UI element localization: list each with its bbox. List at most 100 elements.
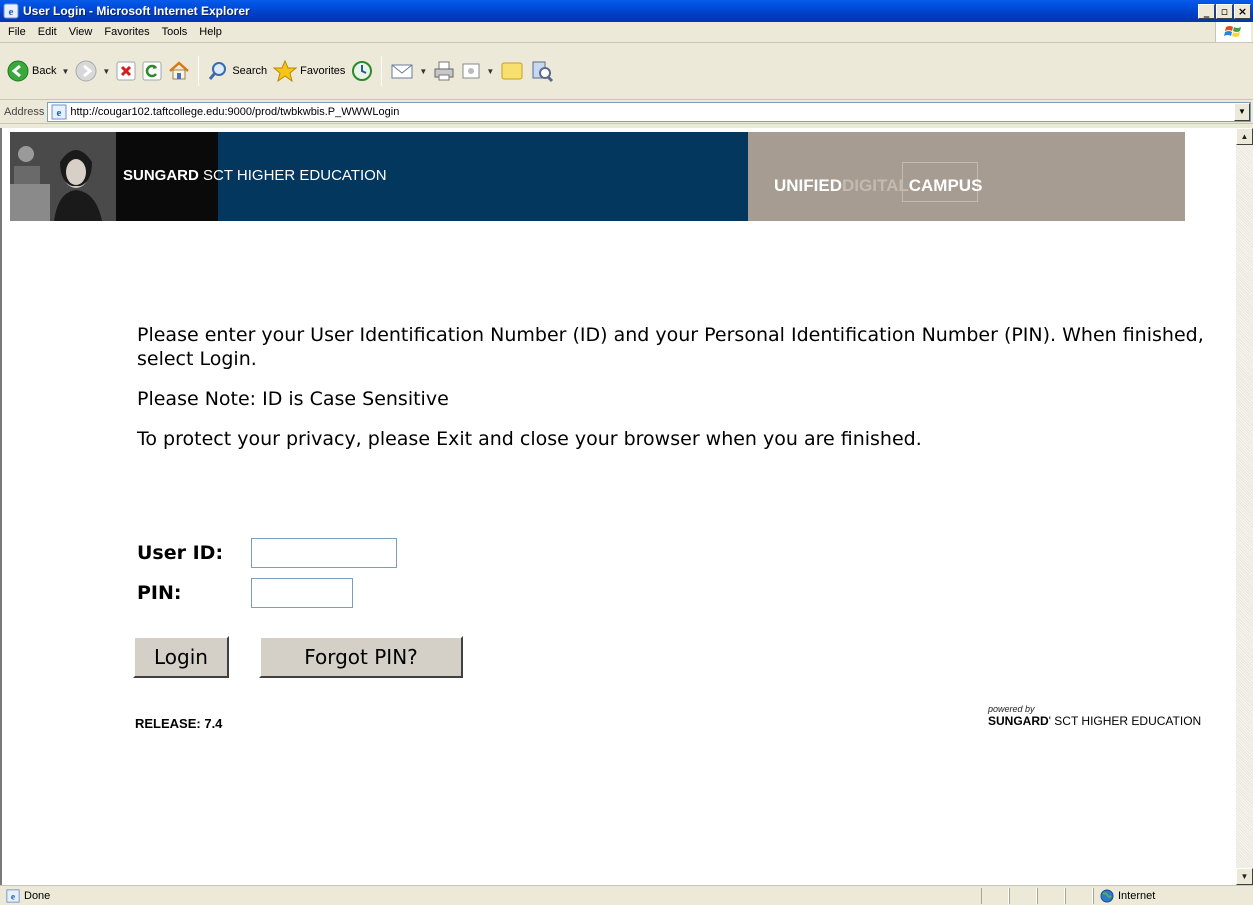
edit-page-icon	[462, 63, 480, 79]
userid-input[interactable]	[251, 538, 397, 568]
refresh-icon	[142, 61, 162, 81]
window-titlebar[interactable]: e User Login - Microsoft Internet Explor…	[0, 0, 1253, 22]
close-button[interactable]: ×	[1234, 3, 1251, 19]
vertical-scrollbar[interactable]: ▲ ▼	[1236, 128, 1253, 885]
menu-view[interactable]: View	[63, 23, 99, 41]
powered-by-brand: SUNGARD' SCT HIGHER EDUCATION	[988, 714, 1201, 728]
userid-label: User ID:	[137, 542, 224, 564]
security-zone[interactable]: Internet	[1093, 887, 1253, 904]
udc-campus: CAMPUS	[908, 176, 983, 195]
address-url[interactable]: http://cougar102.taftcollege.edu:9000/pr…	[67, 106, 1234, 118]
scroll-up-icon[interactable]: ▲	[1236, 128, 1253, 145]
research-button[interactable]	[527, 53, 557, 89]
banner-photo	[10, 132, 116, 221]
search-button[interactable]: Search	[204, 53, 270, 89]
star-icon	[273, 60, 298, 82]
address-bar: Address e http://cougar102.taftcollege.e…	[0, 100, 1253, 124]
sungard-logo-rest: SCT HIGHER EDUCATION	[198, 167, 387, 184]
udc-unified: UNIFIED	[774, 176, 842, 195]
windows-logo-icon	[1215, 22, 1251, 42]
standard-toolbar: Back ▼ ▼ Search Favorites ▼ ▼	[0, 43, 1253, 100]
home-icon	[169, 61, 190, 80]
history-button[interactable]	[348, 53, 376, 89]
search-label: Search	[232, 65, 268, 77]
toolbar-separator	[198, 56, 200, 86]
powered-by-text: powered by	[988, 704, 1035, 714]
discuss-button[interactable]	[497, 53, 527, 89]
menu-edit[interactable]: Edit	[32, 23, 63, 41]
maximize-button[interactable]: ▫	[1216, 3, 1233, 19]
address-dropdown-icon[interactable]: ▼	[1234, 102, 1250, 121]
stop-button[interactable]	[113, 53, 139, 89]
print-button[interactable]	[430, 53, 458, 89]
back-arrow-icon	[7, 60, 29, 82]
powered-brand-bold: SUNGARD	[988, 714, 1049, 728]
favorites-label: Favorites	[300, 65, 346, 77]
page-done-icon: e	[6, 888, 20, 903]
status-text: Done	[24, 889, 51, 902]
status-panel	[1009, 887, 1037, 904]
scroll-down-icon[interactable]: ▼	[1236, 868, 1253, 885]
powered-by-logo: powered by SUNGARD' SCT HIGHER EDUCATION	[988, 704, 1201, 728]
address-label: Address	[4, 105, 45, 118]
back-dropdown-icon[interactable]: ▼	[61, 67, 69, 76]
menu-file[interactable]: File	[2, 23, 32, 41]
status-panel	[1037, 887, 1065, 904]
pin-label: PIN:	[137, 582, 182, 604]
minimize-button[interactable]: _	[1198, 3, 1215, 19]
powered-brand-rest: ' SCT HIGHER EDUCATION	[1048, 714, 1202, 728]
login-instructions: Please enter your User Identification Nu…	[137, 323, 1217, 467]
menu-favorites[interactable]: Favorites	[98, 23, 155, 41]
instruction-text: Please enter your User Identification Nu…	[137, 324, 1204, 370]
back-button[interactable]: Back ▼	[4, 53, 72, 89]
home-button[interactable]	[165, 53, 193, 89]
zone-text: Internet	[1118, 889, 1156, 902]
release-version: RELEASE: 7.4	[135, 716, 223, 731]
status-text-area: e Done	[0, 888, 981, 903]
address-field[interactable]: e http://cougar102.taftcollege.edu:9000/…	[47, 101, 1251, 122]
forgot-pin-button[interactable]: Forgot PIN?	[259, 636, 463, 678]
forward-dropdown-icon[interactable]: ▼	[102, 67, 110, 76]
note-icon	[501, 62, 523, 80]
globe-icon	[1100, 889, 1114, 902]
forward-arrow-icon	[75, 60, 97, 82]
case-sensitive-note: Please Note: ID is Case Sensitive	[137, 388, 449, 410]
login-form: User ID: PIN:	[137, 536, 397, 610]
back-label: Back	[32, 65, 57, 77]
page-viewport: SUNGARD SCT HIGHER EDUCATION UNIFIEDDIGI…	[0, 128, 1253, 885]
status-panel	[1065, 887, 1093, 904]
svg-text:e: e	[9, 6, 14, 18]
mail-dropdown-icon[interactable]: ▼	[419, 67, 427, 76]
edit-dropdown-icon[interactable]: ▼	[486, 67, 494, 76]
status-bar: e Done Internet	[0, 885, 1253, 905]
menu-bar: File Edit View Favorites Tools Help	[0, 22, 1253, 43]
unified-digital-campus-logo: UNIFIEDDIGITALCAMPUS	[774, 176, 982, 196]
menu-tools[interactable]: Tools	[156, 23, 194, 41]
sungard-logo-bold: SUNGARD	[123, 167, 199, 184]
login-button[interactable]: Login	[133, 636, 229, 678]
pin-input[interactable]	[251, 578, 353, 608]
header-banner: SUNGARD SCT HIGHER EDUCATION UNIFIEDDIGI…	[10, 132, 1185, 221]
mail-icon	[391, 64, 413, 79]
svg-text:e: e	[11, 891, 16, 902]
pin-row: PIN:	[137, 576, 397, 610]
edit-button[interactable]: ▼	[458, 53, 497, 89]
privacy-note: To protect your privacy, please Exit and…	[137, 428, 922, 450]
udc-digital: DIGITAL	[842, 176, 909, 195]
favorites-button[interactable]: Favorites	[270, 53, 348, 89]
internet-explorer-icon: e	[3, 3, 19, 19]
printer-icon	[434, 61, 454, 81]
sungard-logo: SUNGARD SCT HIGHER EDUCATION	[123, 167, 387, 184]
forward-button[interactable]: ▼	[72, 53, 113, 89]
toolbar-separator	[381, 56, 383, 86]
mail-button[interactable]: ▼	[387, 53, 430, 89]
userid-row: User ID:	[137, 536, 397, 570]
menu-help[interactable]: Help	[193, 23, 228, 41]
status-panel	[981, 887, 1009, 904]
svg-text:e: e	[57, 107, 62, 119]
research-icon	[532, 61, 554, 83]
page-icon: e	[51, 104, 67, 119]
form-buttons: Login Forgot PIN?	[133, 636, 463, 678]
history-icon	[352, 61, 373, 81]
refresh-button[interactable]	[139, 53, 165, 89]
